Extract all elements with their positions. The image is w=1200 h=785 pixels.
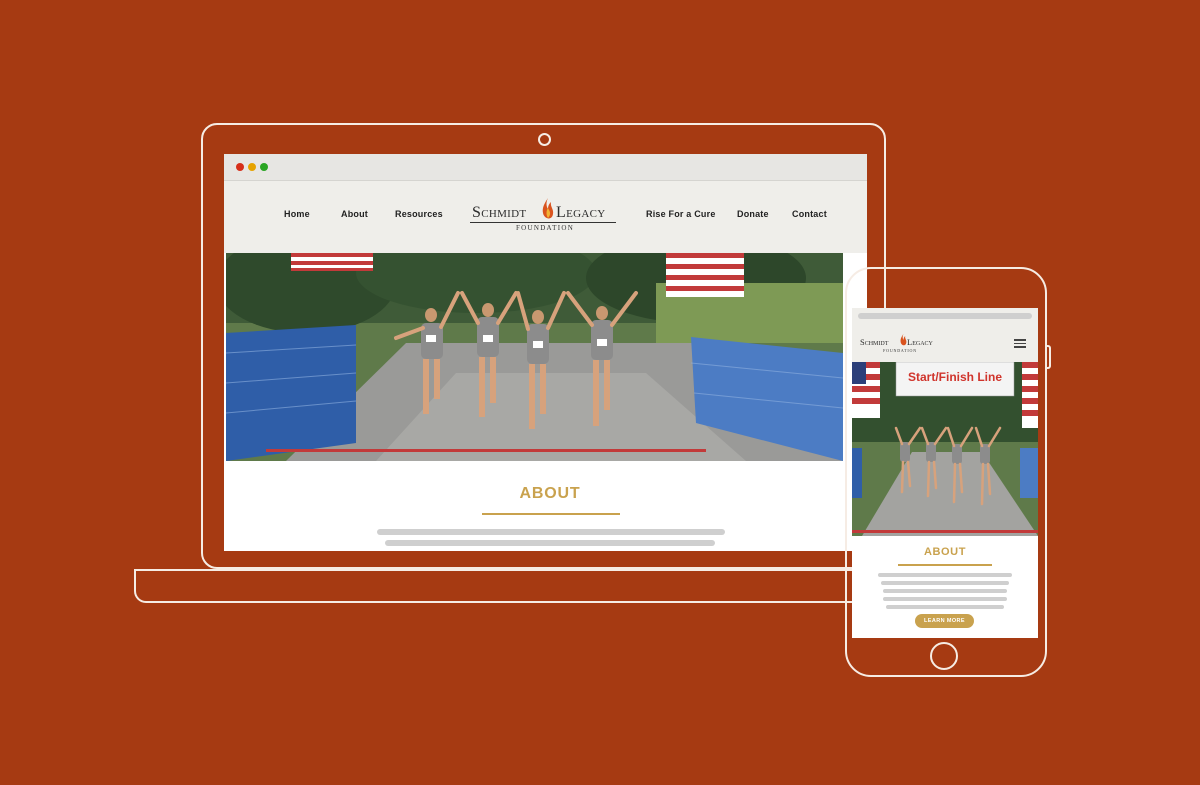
nav-rise-for-a-cure[interactable]: Rise For a Cure xyxy=(646,209,716,219)
window-minimize-icon[interactable] xyxy=(248,163,256,171)
mobile-about-heading: ABOUT xyxy=(923,546,967,558)
mobile-url-field[interactable] xyxy=(858,313,1032,319)
mobile-url-bar[interactable] xyxy=(852,308,1038,324)
mobile-hero-photo xyxy=(852,362,1038,536)
window-close-icon[interactable] xyxy=(236,163,244,171)
desktop-screen: Home About Resources Schmidt Legacy FOUN… xyxy=(224,154,867,551)
text-placeholder-line xyxy=(886,605,1004,609)
mobile-logo-word-right: Legacy xyxy=(907,337,933,347)
window-maximize-icon[interactable] xyxy=(260,163,268,171)
hero-image xyxy=(226,253,843,461)
flame-icon xyxy=(542,198,554,219)
mobile-header: Schmidt Legacy FOUNDATION xyxy=(852,324,1038,362)
phone-side-button xyxy=(1046,345,1051,369)
banner-text: Start/Finish Line xyxy=(907,370,1002,384)
about-divider xyxy=(482,513,620,515)
logo-subtitle: FOUNDATION xyxy=(515,224,575,232)
mobile-logo-subtitle: FOUNDATION xyxy=(883,348,917,353)
home-button-icon[interactable] xyxy=(930,642,958,670)
flag-left xyxy=(291,253,373,271)
hamburger-menu-icon[interactable] xyxy=(1014,339,1026,348)
nav-donate[interactable]: Donate xyxy=(737,209,769,219)
site-logo[interactable]: Schmidt Legacy FOUNDATION xyxy=(470,197,620,237)
text-placeholder-line xyxy=(377,529,725,535)
logo-word-left: Schmidt xyxy=(472,204,527,221)
logo-rule xyxy=(470,222,616,223)
text-placeholder-line xyxy=(883,597,1007,601)
mobile-logo-word-left: Schmidt xyxy=(860,337,889,347)
laptop-base xyxy=(134,569,866,603)
mobile-logo[interactable]: Schmidt Legacy FOUNDATION xyxy=(860,333,940,356)
browser-bar xyxy=(224,154,867,181)
mobile-about-divider xyxy=(898,564,992,566)
nav-about[interactable]: About xyxy=(341,209,368,219)
site-header: Home About Resources Schmidt Legacy FOUN… xyxy=(224,181,867,253)
text-placeholder-line xyxy=(878,573,1012,577)
text-placeholder-line xyxy=(883,589,1007,593)
laptop-camera-icon xyxy=(538,133,551,146)
mobile-hero-image: Start/Finish Line xyxy=(852,362,1038,536)
laptop-hinge-line xyxy=(134,569,854,571)
text-placeholder-line xyxy=(385,540,715,546)
text-placeholder-line xyxy=(881,581,1009,585)
nav-home[interactable]: Home xyxy=(284,209,310,219)
nav-resources[interactable]: Resources xyxy=(395,209,443,219)
learn-more-button[interactable]: LEARN MORE xyxy=(915,614,974,628)
about-heading: ABOUT xyxy=(519,485,581,502)
logo-word-right: Legacy xyxy=(556,204,606,221)
nav-contact[interactable]: Contact xyxy=(792,209,827,219)
mobile-screen: Schmidt Legacy FOUNDATION Start/Finish L… xyxy=(852,308,1038,638)
